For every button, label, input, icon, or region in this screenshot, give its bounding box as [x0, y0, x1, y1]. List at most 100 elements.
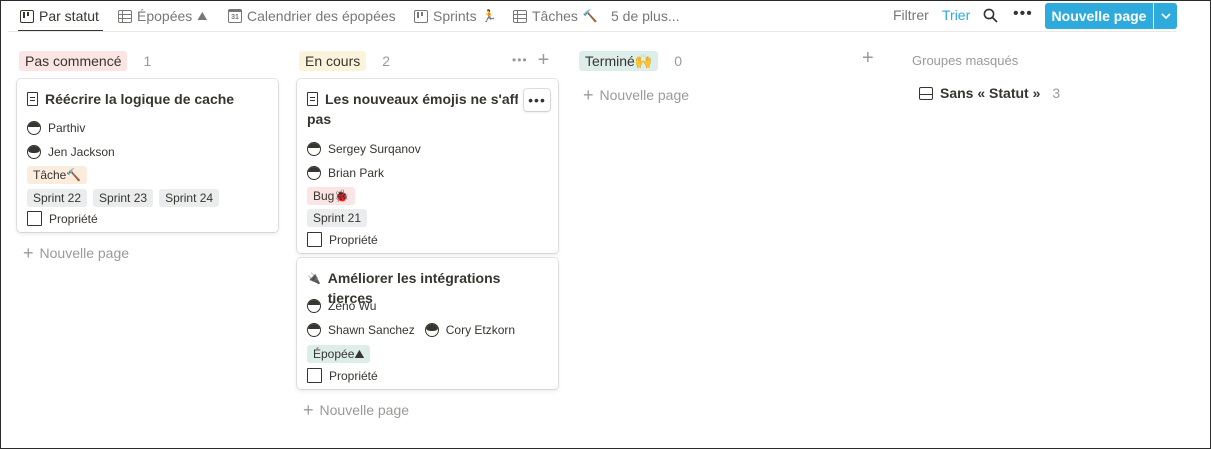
board-card[interactable]: Réécrire la logique de cache Parthiv Jen… — [17, 79, 278, 232]
avatar — [27, 121, 41, 135]
new-page-link[interactable]: + Nouvelle page — [23, 243, 129, 263]
new-page-button[interactable]: Nouvelle page — [1045, 3, 1153, 29]
assignee-row: Jen Jackson — [27, 145, 115, 159]
sort-button[interactable]: Trier — [942, 7, 970, 23]
new-page-dropdown[interactable] — [1154, 3, 1177, 29]
property-label: Propriété — [329, 368, 378, 383]
card-title: Réécrire la logique de cache — [27, 89, 268, 109]
assignee-name: Zeno Wu — [328, 299, 377, 313]
hidden-group-count: 3 — [1052, 85, 1061, 101]
column-header-pas-commence[interactable]: Pas commencé 1 — [19, 50, 151, 72]
page-icon — [27, 92, 38, 106]
sprint-tag: Sprint 24 — [159, 189, 220, 207]
hidden-group-label: Sans « Statut » — [940, 85, 1041, 101]
type-tag-row: Tâche🔨 — [27, 166, 88, 184]
calendar-icon: 31 — [228, 9, 242, 23]
card-title-wrap: pas — [307, 109, 548, 129]
property-label: Propriété — [329, 232, 378, 247]
hidden-groups-title: Groupes masqués — [912, 53, 1019, 68]
column-count: 1 — [143, 53, 152, 69]
page-icon — [307, 92, 318, 106]
card-title-line: Les nouveaux émojis ne s'affich — [325, 91, 518, 107]
assignee-name: Jen Jackson — [48, 145, 115, 159]
mountain-icon: ⛰ — [197, 8, 208, 23]
sprint-tag-row: Sprint 22 Sprint 23 Sprint 24 — [27, 189, 220, 207]
view-bar-divider — [8, 31, 1177, 32]
property-label: Propriété — [49, 211, 98, 226]
tab-taches[interactable]: Tâches 🔨 — [513, 5, 598, 27]
column-actions: ••• + — [512, 49, 550, 72]
sprint-tag: Sprint 22 — [27, 189, 88, 207]
add-card-plus-icon[interactable]: + — [538, 49, 550, 72]
filter-button[interactable]: Filtrer — [893, 7, 929, 23]
assignee-name: Parthiv — [48, 121, 86, 135]
property-row: Propriété — [27, 211, 98, 226]
tab-sprints[interactable]: Sprints 🏃 — [414, 5, 497, 27]
assignee-name: Shawn Sanchez — [328, 323, 415, 337]
new-page-link[interactable]: + Nouvelle page — [583, 85, 690, 105]
runner-icon: 🏃 — [481, 9, 497, 23]
add-group-plus-icon[interactable]: + — [862, 47, 874, 70]
sprint-tag: Sprint 21 — [307, 209, 368, 227]
card-title: Les nouveaux émojis ne s'affich — [307, 89, 518, 109]
assignee-row: Zeno Wu — [307, 299, 376, 313]
avatar — [27, 145, 41, 159]
sprint-tag-row: Sprint 21 — [307, 209, 368, 227]
table-icon — [513, 9, 527, 23]
status-pill: Terminé🙌 — [579, 51, 659, 71]
avatar — [424, 323, 439, 337]
card-more-button[interactable]: ••• — [524, 89, 550, 111]
more-options-icon[interactable]: ••• — [1013, 6, 1033, 22]
assignee-row: Brian Park — [307, 166, 384, 180]
bug-tag: Bug🐞 — [307, 187, 356, 205]
more-views-label: 5 de plus... — [611, 8, 680, 24]
tab-epopees[interactable]: Épopées ⛰ — [118, 5, 207, 27]
inbox-icon — [919, 86, 933, 100]
tab-calendrier[interactable]: 31 Calendrier des épopées — [228, 5, 396, 27]
epic-tag: Épopée⛰ — [307, 345, 371, 363]
avatar — [307, 323, 321, 337]
avatar — [307, 166, 321, 180]
new-page-link[interactable]: + Nouvelle page — [303, 400, 410, 420]
search-icon[interactable] — [983, 8, 998, 23]
hammer-icon: 🔨 — [582, 9, 598, 23]
plus-icon: + — [303, 400, 314, 420]
type-tag-row: Bug🐞 — [307, 187, 356, 205]
tab-label: Sprints — [433, 8, 477, 24]
property-checkbox[interactable] — [307, 368, 322, 383]
assignee-name: Brian Park — [328, 166, 385, 180]
property-row: Propriété — [307, 368, 378, 383]
tab-label: Épopées — [137, 8, 193, 24]
board-card[interactable]: Les nouveaux émojis ne s'affich pas ••• … — [297, 79, 558, 253]
tab-label: Calendrier des épopées — [247, 8, 396, 24]
column-count: 2 — [382, 53, 391, 69]
assignee-row: Sergey Surqanov — [307, 142, 421, 156]
column-header-termine[interactable]: Terminé🙌 0 — [579, 50, 682, 72]
card-title-text: Les nouveaux émojis ne s'affich — [325, 89, 518, 109]
plus-icon: + — [583, 85, 594, 105]
status-pill: Pas commencé — [19, 51, 128, 71]
assignee-name: Cory Etzkorn — [445, 323, 516, 337]
board-card[interactable]: 🔌 Améliorer les intégrations tierces Zen… — [297, 258, 558, 389]
card-title-text: Réécrire la logique de cache — [45, 91, 235, 107]
avatar — [307, 299, 321, 313]
tab-par-statut[interactable]: Par statut — [18, 5, 103, 32]
tab-label: Par statut — [39, 8, 99, 24]
card-title-line: pas — [307, 111, 332, 127]
property-row: Propriété — [307, 232, 378, 247]
tab-label: Tâches — [532, 8, 578, 24]
avatar — [307, 142, 321, 156]
more-views-link[interactable]: 5 de plus... — [611, 5, 680, 27]
task-tag: Tâche🔨 — [27, 166, 88, 184]
plus-icon: + — [23, 243, 34, 263]
property-checkbox[interactable] — [307, 232, 322, 247]
new-page-label: Nouvelle page — [599, 87, 690, 103]
new-page-label: Nouvelle page — [319, 402, 410, 418]
assignee-row: Shawn Sanchez Cory Etzkorn — [307, 323, 515, 337]
property-checkbox[interactable] — [27, 211, 42, 226]
hidden-group-item[interactable]: Sans « Statut » 3 — [919, 85, 1060, 101]
chevron-down-icon — [1160, 13, 1171, 19]
column-more-icon[interactable]: ••• — [512, 53, 528, 67]
board-icon — [20, 9, 34, 23]
column-header-en-cours[interactable]: En cours 2 — [299, 50, 390, 72]
